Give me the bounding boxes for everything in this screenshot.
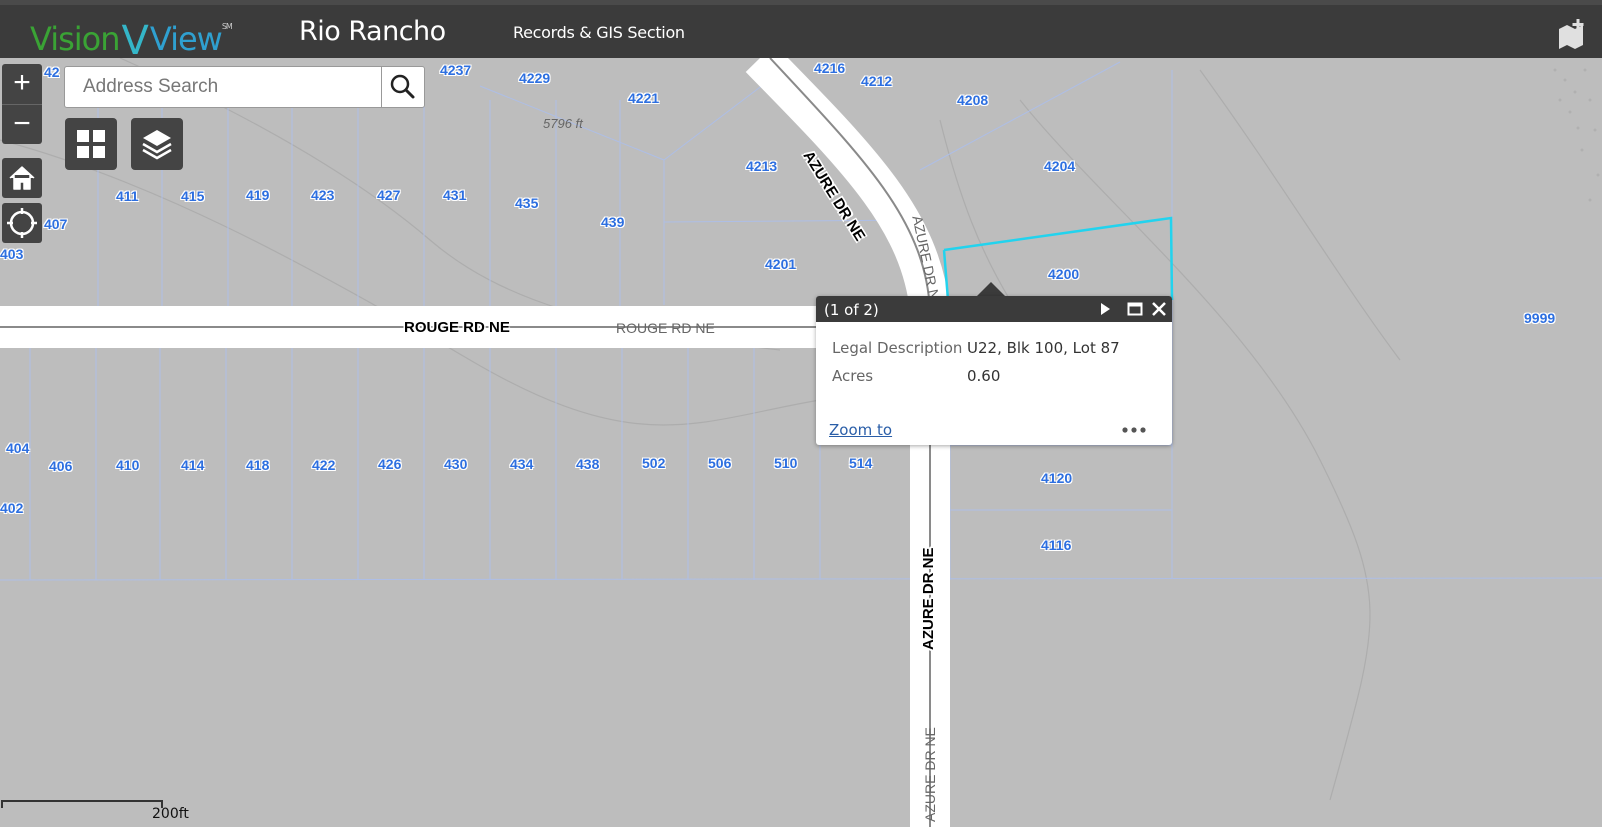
locate-icon [7, 208, 37, 238]
home-button[interactable] [2, 158, 42, 198]
layers-icon [142, 130, 172, 160]
save-map-icon[interactable] [1556, 18, 1588, 50]
field-label-legal-description: Legal Description [832, 339, 963, 357]
map-view[interactable] [0, 58, 1602, 827]
layer-list-button[interactable] [131, 118, 183, 170]
search-button[interactable] [381, 66, 425, 108]
locate-button[interactable] [2, 203, 42, 243]
popup-title: (1 of 2) [824, 301, 879, 319]
scale-bar-label: 200ft [152, 806, 189, 822]
app-header: VisionVViewSM Rio Rancho Records & GIS S… [0, 0, 1602, 64]
search-icon [390, 74, 415, 99]
maximize-icon[interactable] [1126, 300, 1144, 318]
zoom-out-button[interactable]: − [2, 104, 42, 144]
zoom-in-button[interactable]: + [2, 64, 42, 104]
section-title: Records & GIS Section [513, 23, 685, 42]
zoom-to-link[interactable]: Zoom to [829, 421, 892, 439]
field-value-legal-description: U22, Blk 100, Lot 87 [967, 339, 1120, 357]
basemap-grid-icon [77, 130, 105, 158]
logo-service-mark: SM [221, 22, 233, 31]
close-icon[interactable] [1150, 300, 1168, 318]
more-options-icon[interactable] [1120, 424, 1148, 436]
city-title: Rio Rancho [299, 16, 446, 47]
scale-bar [1, 800, 163, 808]
popup-header: (1 of 2) [816, 296, 1172, 322]
home-icon [9, 166, 35, 190]
address-search-box [64, 66, 385, 108]
visionview-logo: VisionVViewSM [30, 14, 233, 64]
next-icon[interactable] [1096, 300, 1114, 318]
field-label-acres: Acres [832, 367, 874, 385]
address-search-input[interactable] [81, 67, 385, 107]
popup-pointer [976, 282, 1006, 297]
feature-popup: (1 of 2) Legal Description U22, Blk 100,… [816, 296, 1172, 445]
logo-part-vision: Vision [30, 20, 120, 58]
basemap-gallery-button[interactable] [65, 118, 117, 170]
logo-part-view: View [149, 20, 223, 58]
field-value-acres: 0.60 [967, 367, 1001, 385]
